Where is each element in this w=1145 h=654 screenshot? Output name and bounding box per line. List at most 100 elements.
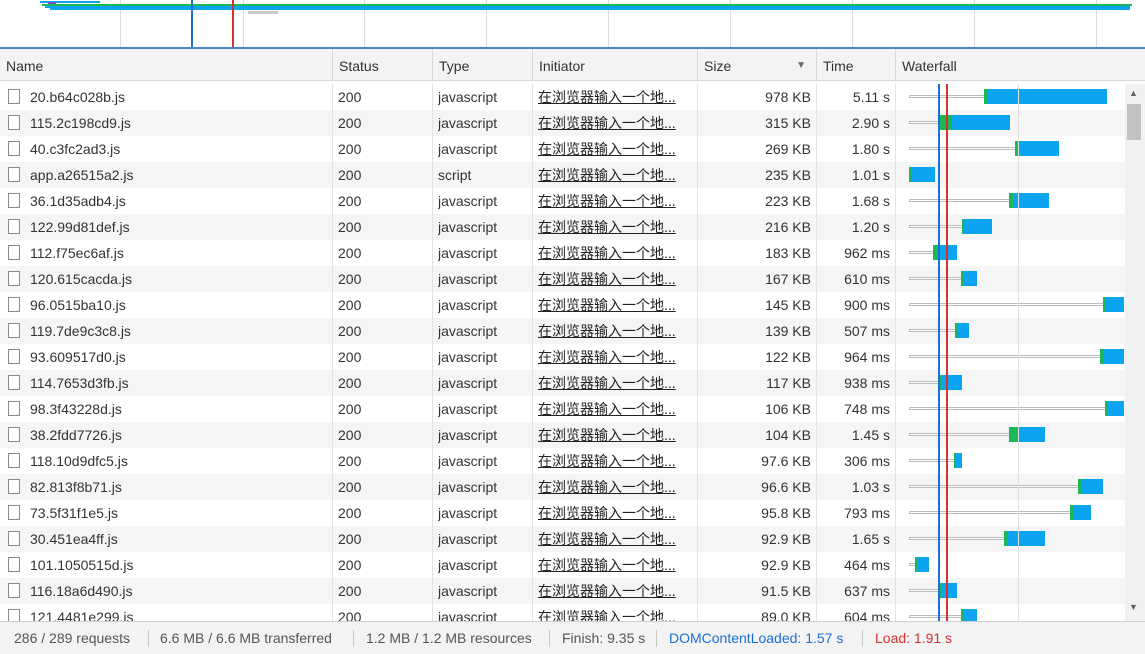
request-initiator-link[interactable]: 在浏览器输入一个地... [538,136,690,162]
column-header-size[interactable]: Size ▼ [697,49,816,81]
waterfall-load-line [946,84,948,621]
file-icon [8,297,20,312]
request-initiator-link[interactable]: 在浏览器输入一个地... [538,240,690,266]
table-row[interactable]: 38.2fdd7726.js 200 javascript 在浏览器输入一个地... 1… [0,422,1125,448]
request-name: app.a26515a2.js [30,167,134,183]
request-time: 1.68 s [851,193,890,209]
table-row[interactable]: 114.7653d3fb.js 200 javascript 在浏览器输入一个地...… [0,370,1125,396]
table-row[interactable]: 116.18a6d490.js 200 javascript 在浏览器输入一个地...… [0,578,1125,604]
request-time: 962 ms [844,245,890,261]
request-status: 200 [338,271,362,287]
request-time: 1.45 s [851,427,890,443]
sort-descending-icon: ▼ [796,60,806,71]
request-type: javascript [438,271,498,287]
request-initiator-link[interactable]: 在浏览器输入一个地... [538,396,690,422]
request-size: 216 KB [765,219,811,235]
scroll-up-arrow-icon[interactable]: ▲ [1129,88,1138,98]
waterfall-queue-bar [909,199,1009,202]
table-row[interactable]: 40.c3fc2ad3.js 200 javascript 在浏览器输入一个地... 2… [0,136,1125,162]
request-initiator-link[interactable]: 在浏览器输入一个地... [538,188,690,214]
request-initiator-link[interactable]: 在浏览器输入一个地... [538,214,690,240]
request-type: script [438,167,472,183]
table-row[interactable]: 112.f75ec6af.js 200 javascript 在浏览器输入一个地...… [0,240,1125,266]
request-initiator-link[interactable]: 在浏览器输入一个地... [538,110,690,136]
table-row[interactable]: 121.4481e299.js 200 javascript 在浏览器输入一个地...… [0,604,1125,621]
table-row[interactable]: 118.10d9dfc5.js 200 javascript 在浏览器输入一个地...… [0,448,1125,474]
request-initiator-link[interactable]: 在浏览器输入一个地... [538,604,690,621]
request-status: 200 [338,193,362,209]
request-initiator-link[interactable]: 在浏览器输入一个地... [538,370,690,396]
request-size: 183 KB [765,245,811,261]
table-row[interactable]: 98.3f43228d.js 200 javascript 在浏览器输入一个地... 1… [0,396,1125,422]
request-time: 1.03 s [851,479,890,495]
table-row[interactable]: 20.b64c028b.js 200 javascript 在浏览器输入一个地... 9… [0,84,1125,110]
overview-marker [248,11,278,14]
column-header-time[interactable]: Time [816,49,895,81]
table-row[interactable]: 115.2c198cd9.js 200 javascript 在浏览器输入一个地...… [0,110,1125,136]
table-row[interactable]: 73.5f31f1e5.js 200 javascript 在浏览器输入一个地... 9… [0,500,1125,526]
request-initiator-link[interactable]: 在浏览器输入一个地... [538,448,690,474]
request-time: 2.90 s [851,115,890,131]
column-header-status[interactable]: Status [332,49,432,81]
status-separator [549,630,550,647]
request-time: 464 ms [844,557,890,573]
waterfall-download-bar [1007,531,1045,546]
scroll-down-arrow-icon[interactable]: ▼ [1129,602,1138,612]
request-status: 200 [338,89,362,105]
waterfall-download-bar [917,557,929,572]
waterfall-domcontentloaded-line [938,84,940,621]
waterfall-download-bar [938,245,957,260]
request-size: 97.6 KB [761,453,811,469]
vertical-scrollbar[interactable]: ▲ ▼ [1125,84,1145,621]
request-type: javascript [438,297,498,313]
request-initiator-link[interactable]: 在浏览器输入一个地... [538,526,690,552]
request-initiator-link[interactable]: 在浏览器输入一个地... [538,500,690,526]
table-row[interactable]: 119.7de9c3c8.js 200 javascript 在浏览器输入一个地...… [0,318,1125,344]
request-type: javascript [438,349,498,365]
status-separator [656,630,657,647]
table-row[interactable]: 93.609517d0.js 200 javascript 在浏览器输入一个地... 1… [0,344,1125,370]
request-size: 223 KB [765,193,811,209]
finish-time: Finish: 9.35 s [562,630,646,646]
request-time: 1.01 s [851,167,890,183]
column-header-waterfall-label: Waterfall [902,58,957,74]
request-initiator-link[interactable]: 在浏览器输入一个地... [538,344,690,370]
request-list: 20.b64c028b.js 200 javascript 在浏览器输入一个地... 9… [0,84,1145,621]
column-header-type[interactable]: Type [432,49,532,81]
column-header-initiator[interactable]: Initiator [532,49,697,81]
request-type: javascript [438,323,498,339]
overview-timeline[interactable] [0,0,1145,47]
overview-bar [50,8,1130,10]
table-row[interactable]: 30.451ea4ff.js 200 javascript 在浏览器输入一个地... 9… [0,526,1125,552]
request-size: 104 KB [765,427,811,443]
column-header-name[interactable]: Name [0,49,332,81]
waterfall-queue-bar [909,511,1070,514]
table-row[interactable]: 122.99d81def.js 200 javascript 在浏览器输入一个地...… [0,214,1125,240]
scrollbar-thumb[interactable] [1127,104,1141,140]
request-initiator-link[interactable]: 在浏览器输入一个地... [538,422,690,448]
request-initiator-link[interactable]: 在浏览器输入一个地... [538,162,690,188]
table-row[interactable]: 82.813f8b71.js 200 javascript 在浏览器输入一个地... 9… [0,474,1125,500]
column-header-time-label: Time [823,58,854,74]
request-initiator-link[interactable]: 在浏览器输入一个地... [538,266,690,292]
request-name: 120.615cacda.js [30,271,132,287]
column-header-waterfall[interactable]: Waterfall [895,49,1145,81]
request-initiator-link[interactable]: 在浏览器输入一个地... [538,552,690,578]
request-name: 38.2fdd7726.js [30,427,122,443]
request-initiator-link[interactable]: 在浏览器输入一个地... [538,292,690,318]
request-time: 610 ms [844,271,890,287]
request-initiator-link[interactable]: 在浏览器输入一个地... [538,578,690,604]
file-icon [8,219,20,234]
table-row[interactable]: 101.1050515d.js 200 javascript 在浏览器输入一个地...… [0,552,1125,578]
table-row[interactable]: 96.0515ba10.js 200 javascript 在浏览器输入一个地... 1… [0,292,1125,318]
request-initiator-link[interactable]: 在浏览器输入一个地... [538,318,690,344]
request-time: 938 ms [844,375,890,391]
request-initiator-link[interactable]: 在浏览器输入一个地... [538,474,690,500]
status-separator [862,630,863,647]
table-row[interactable]: app.a26515a2.js 200 script 在浏览器输入一个地... 235 … [0,162,1125,188]
request-initiator-link[interactable]: 在浏览器输入一个地... [538,84,690,110]
table-row[interactable]: 36.1d35adb4.js 200 javascript 在浏览器输入一个地... 2… [0,188,1125,214]
request-size: 235 KB [765,167,811,183]
table-row[interactable]: 120.615cacda.js 200 javascript 在浏览器输入一个地...… [0,266,1125,292]
request-size: 145 KB [765,297,811,313]
